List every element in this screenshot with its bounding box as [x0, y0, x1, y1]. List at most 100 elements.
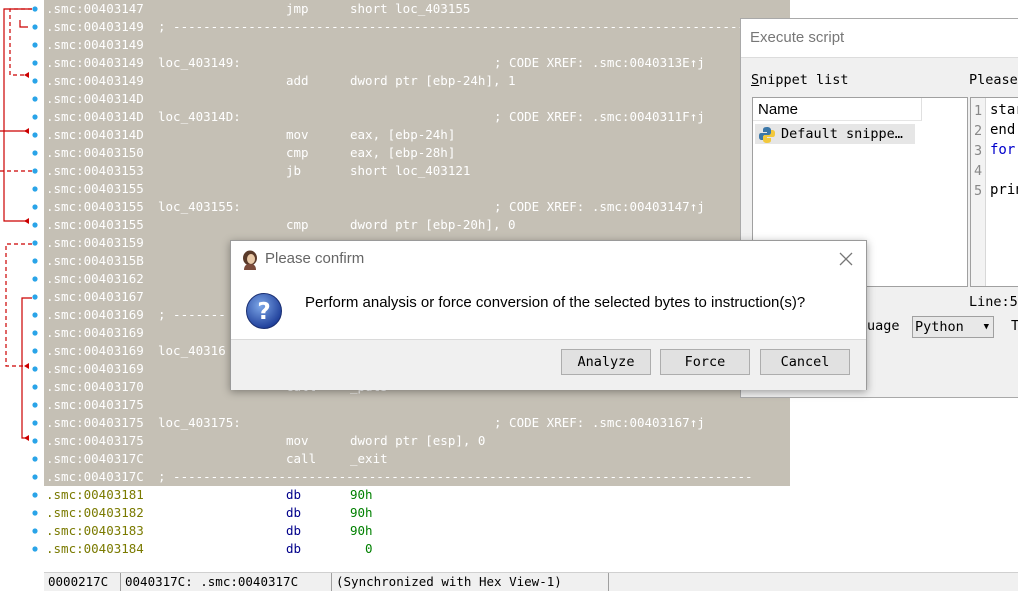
line-dot — [32, 186, 38, 192]
execute-script-title: Execute script — [741, 19, 1018, 58]
listing-row[interactable]: .smc:0040314D mov eax, [ebp-24h] — [44, 126, 790, 144]
language-select[interactable]: Python ▼ — [912, 316, 994, 338]
listing-row[interactable]: .smc:0040314D — [44, 90, 790, 108]
listing-row[interactable]: .smc:00403150 cmp eax, [ebp-28h] — [44, 144, 790, 162]
listing-row[interactable]: .smc:00403153 jb short loc_403121 — [44, 162, 790, 180]
script-editor[interactable]: 1 star 2 end 3 for 4 5 prin — [970, 97, 1018, 287]
listing-row[interactable]: .smc:00403175 — [44, 396, 790, 414]
editor-line-number: 4 — [974, 163, 983, 179]
listing-row[interactable]: .smc:00403175 mov dword ptr [esp], 0 — [44, 432, 790, 450]
row-separator: ; --------------------------------------… — [158, 469, 753, 484]
close-icon[interactable] — [838, 251, 854, 267]
editor-code-line: end — [990, 122, 1016, 138]
line-dot — [32, 510, 38, 516]
row-opcode: add — [286, 73, 309, 88]
listing-row[interactable]: .smc:00403149 — [44, 36, 790, 54]
arrow-path — [19, 20, 28, 28]
dialog-message: Perform analysis or force conversion of … — [305, 294, 806, 311]
listing-row[interactable]: .smc:00403175 loc_403175: ; CODE XREF: .sm… — [44, 414, 790, 432]
row-address: .smc:0040314D — [46, 127, 144, 142]
snippet-item-label: Default snippe… — [781, 126, 903, 142]
line-dot — [32, 528, 38, 534]
dialog-buttons: Analyze Force Cancel — [231, 339, 866, 390]
line-dot — [32, 258, 38, 264]
row-address: .smc:00403149 — [46, 73, 144, 88]
row-opcode: mov — [286, 433, 309, 448]
row-address: .smc:00403175 — [46, 415, 144, 430]
line-dot — [32, 222, 38, 228]
snippet-item[interactable]: Default snippe… — [755, 124, 915, 144]
row-address: .smc:00403155 — [46, 199, 144, 214]
row-address: .smc:00403149 — [46, 37, 144, 52]
listing-row[interactable]: .smc:0040314D loc_40314D: ; CODE XREF: .sm… — [44, 108, 790, 126]
row-operand: short loc_403121 — [350, 163, 471, 178]
line-dot — [32, 348, 38, 354]
row-address: .smc:00403170 — [46, 379, 144, 394]
line-dot — [32, 438, 38, 444]
row-opcode: cmp — [286, 145, 309, 160]
row-opcode: db — [286, 505, 302, 520]
question-icon: ? — [246, 293, 282, 329]
row-operand: 90h — [350, 487, 373, 502]
listing-row[interactable]: .smc:0040317C ; -------------------------… — [44, 468, 790, 486]
status-sync: (Synchronized with Hex View-1) — [332, 573, 609, 591]
listing-row[interactable]: .smc:00403155 — [44, 180, 790, 198]
listing-row[interactable]: .smc:00403155 cmp dword ptr [ebp-20h], 0 — [44, 216, 790, 234]
arrow-head — [24, 72, 29, 78]
dialog-title: Please confirm — [265, 250, 365, 267]
listing-row[interactable]: .smc:00403155 loc_403155: ; CODE XREF: .sm… — [44, 198, 790, 216]
dialog-body: ? Perform analysis or force conversion o… — [231, 279, 866, 339]
line-dot — [32, 132, 38, 138]
python-icon — [759, 127, 775, 143]
row-address: .smc:00403155 — [46, 217, 144, 232]
row-address: .smc:00403169 — [46, 361, 144, 376]
line-indicator: Line:5 — [969, 294, 1018, 310]
line-dot — [32, 294, 38, 300]
listing-row[interactable]: .smc:00403147 jmp short loc_403155 — [44, 0, 790, 18]
row-address: .smc:00403167 — [46, 289, 144, 304]
line-dot — [32, 546, 38, 552]
confirm-dialog: Please confirm ? Perform analysis or for… — [230, 240, 867, 390]
listing-row[interactable]: .smc:00403149 ; -------------------------… — [44, 18, 790, 36]
row-label: loc_403155: — [158, 199, 241, 214]
row-label: loc_40316 — [158, 343, 226, 358]
analyze-button[interactable]: Analyze — [561, 349, 651, 375]
row-opcode: call — [286, 451, 317, 466]
line-dots — [32, 6, 38, 552]
listing-row[interactable]: .smc:0040317C call _exit — [44, 450, 790, 468]
row-operand: dword ptr [esp], 0 — [350, 433, 486, 448]
row-address: .smc:0040315B — [46, 253, 144, 268]
listing-row[interactable]: .smc:00403149 loc_403149: ; CODE XREF: .sm… — [44, 54, 790, 72]
row-address: .smc:00403175 — [46, 433, 144, 448]
line-dot — [32, 312, 38, 318]
cancel-button[interactable]: Cancel — [760, 349, 850, 375]
row-label: loc_403175: — [158, 415, 241, 430]
line-dot — [32, 240, 38, 246]
column-header-name[interactable]: Name — [753, 98, 922, 121]
line-dot — [32, 42, 38, 48]
row-opcode: jb — [286, 163, 302, 178]
row-address: .smc:00403182 — [46, 505, 144, 520]
svg-text:?: ? — [257, 299, 270, 325]
row-comment: ; CODE XREF: .smc:00403147↑j — [494, 199, 705, 214]
line-dot — [32, 276, 38, 282]
language-label: uage — [867, 318, 900, 334]
editor-line-number: 1 — [974, 103, 983, 119]
t-label: T — [1011, 318, 1018, 334]
editor-code-line: prin — [990, 182, 1018, 198]
listing-row[interactable]: .smc:00403149 add dword ptr [ebp-24h], 1 — [44, 72, 790, 90]
force-button[interactable]: Force — [660, 349, 750, 375]
row-separator: ; --------------------------------------… — [158, 19, 753, 34]
row-address: .smc:00403149 — [46, 55, 144, 70]
arrow-path — [5, 243, 32, 367]
row-comment: ; CODE XREF: .smc:0040311F↑j — [494, 109, 705, 124]
row-comment: ; CODE XREF: .smc:00403167↑j — [494, 415, 705, 430]
arrow-path — [21, 297, 32, 439]
row-opcode: jmp — [286, 1, 309, 16]
row-operand: 0 — [350, 541, 373, 556]
row-address: .smc:00403153 — [46, 163, 144, 178]
ida-app-icon — [243, 250, 257, 270]
row-operand: eax, [ebp-24h] — [350, 127, 456, 142]
dialog-titlebar: Please confirm — [231, 241, 866, 279]
arrow-head — [24, 128, 29, 134]
